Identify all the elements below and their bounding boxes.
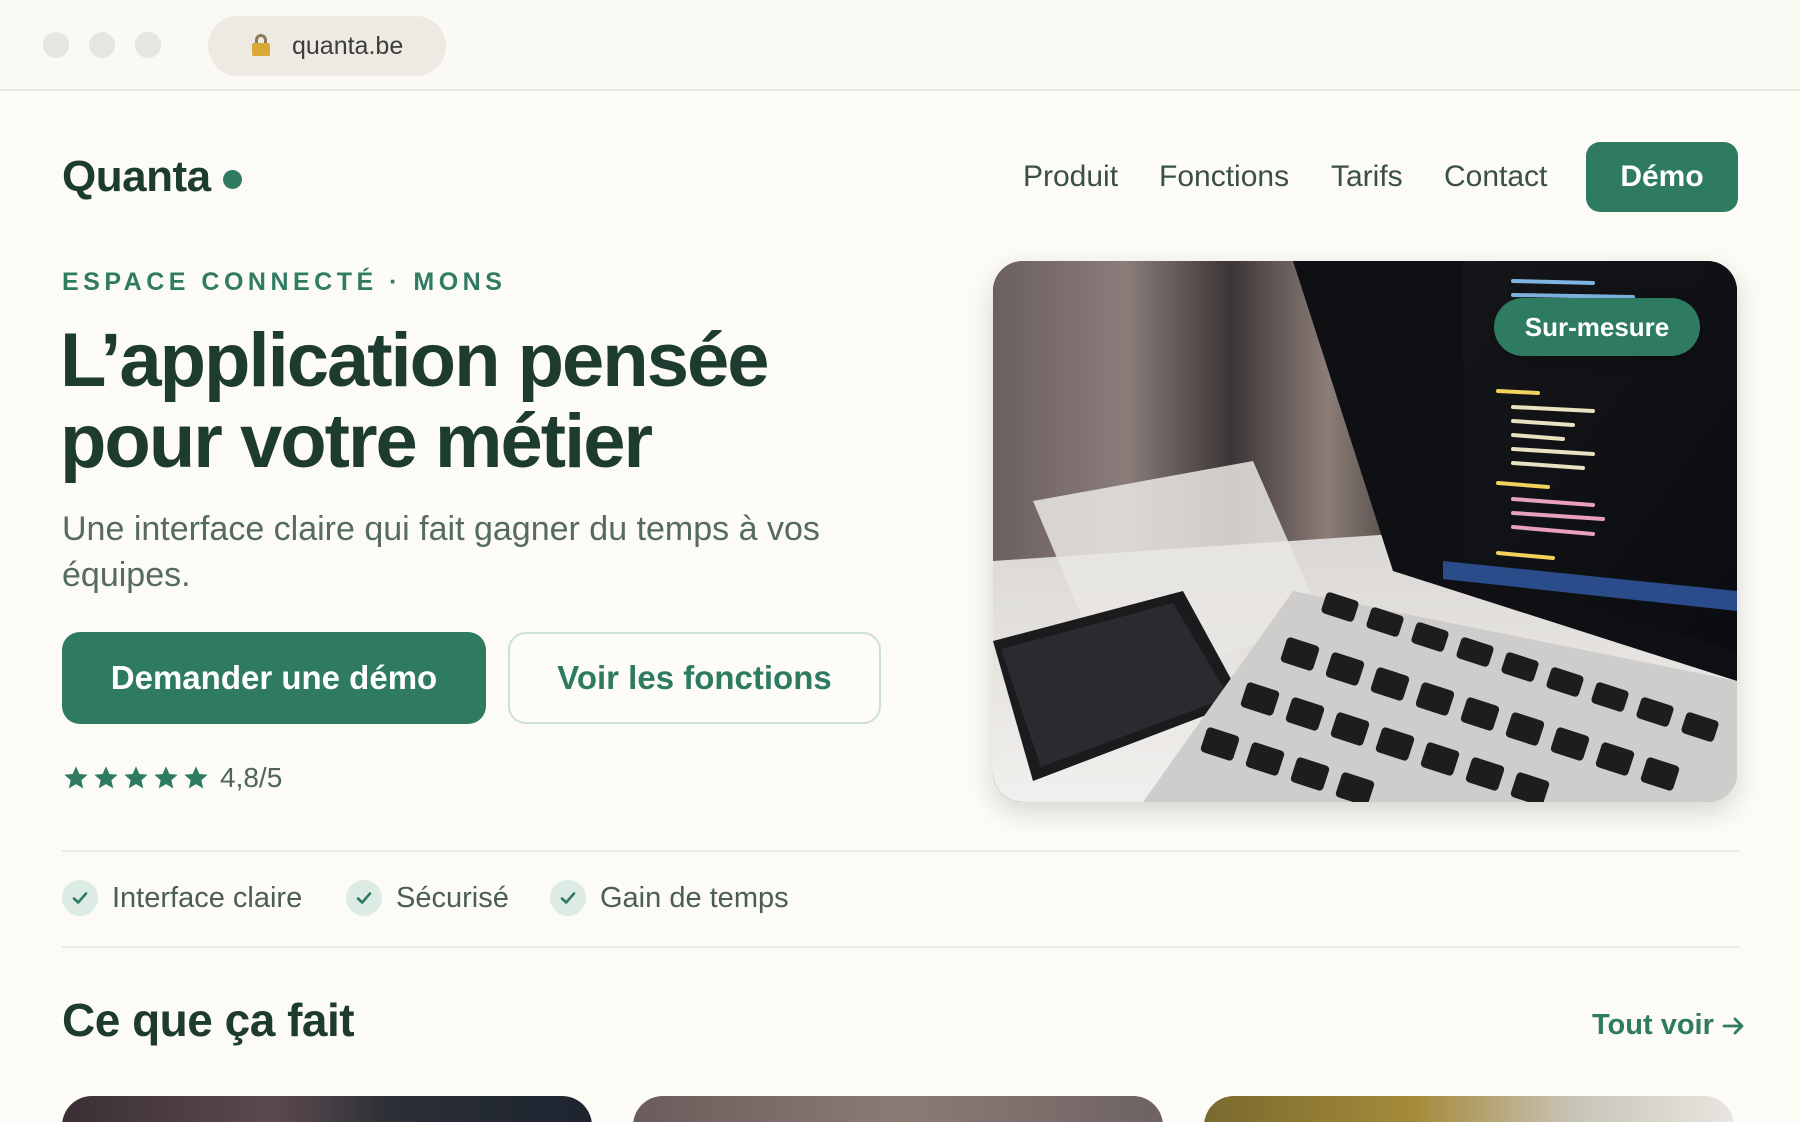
feature-card[interactable] — [1204, 1096, 1734, 1122]
nav-link-contact[interactable]: Contact — [1444, 160, 1547, 194]
star-icon — [124, 766, 148, 789]
arrow-right-icon — [1722, 1017, 1744, 1034]
feature-item: Sécurisé — [346, 878, 509, 918]
request-demo-button[interactable]: Demander une démo — [62, 632, 486, 724]
check-icon — [62, 880, 98, 916]
hero-title: L’application pensée pour votre métier — [60, 318, 770, 484]
rating: 4,8/5 — [62, 760, 282, 796]
window-minimize-button[interactable] — [89, 32, 115, 58]
feature-card[interactable] — [62, 1096, 592, 1122]
see-all-link[interactable]: Tout voir — [1592, 1009, 1746, 1042]
feature-card[interactable] — [633, 1096, 1163, 1122]
hero-eyebrow: ESPACE CONNECTÉ · MONS — [62, 268, 507, 296]
star-icon — [64, 766, 88, 789]
address-bar-url: quanta.be — [292, 31, 404, 60]
check-icon — [346, 880, 382, 916]
rating-value: 4,8/5 — [220, 762, 283, 793]
nav-demo-button[interactable]: Démo — [1586, 142, 1738, 212]
hero-subtitle: Une interface claire qui fait gagner du … — [62, 510, 820, 594]
star-icon — [94, 766, 118, 789]
feature-item: Gain de temps — [550, 878, 789, 918]
window-close-button[interactable] — [43, 32, 69, 58]
logo-dot-icon — [222, 169, 242, 189]
nav-link-tarifs[interactable]: Tarifs — [1331, 160, 1403, 194]
star-icon — [154, 766, 178, 789]
see-features-button[interactable]: Voir les fonctions — [508, 632, 881, 724]
see-all-label: Tout voir — [1592, 1009, 1714, 1041]
logo-text: Quanta — [62, 152, 211, 201]
section-title: Ce que ça fait — [62, 994, 355, 1046]
feature-label: Interface claire — [112, 881, 303, 914]
nav-link-fonctions[interactable]: Fonctions — [1159, 160, 1289, 194]
divider — [62, 946, 1739, 948]
lock-icon — [252, 34, 270, 56]
site-logo[interactable]: Quanta — [62, 152, 242, 202]
check-icon — [550, 880, 586, 916]
nav-link-produit[interactable]: Produit — [1023, 160, 1118, 194]
address-bar[interactable]: quanta.be — [208, 16, 446, 76]
feature-item: Interface claire — [62, 878, 302, 918]
rating-stars — [62, 764, 210, 792]
feature-label: Sécurisé — [396, 881, 509, 914]
browser-chrome: quanta.be — [0, 0, 1800, 91]
divider — [62, 850, 1739, 852]
hero-image-badge: Sur-mesure — [1494, 298, 1700, 356]
window-maximize-button[interactable] — [135, 32, 161, 58]
star-icon — [184, 766, 208, 789]
feature-label: Gain de temps — [600, 881, 789, 914]
